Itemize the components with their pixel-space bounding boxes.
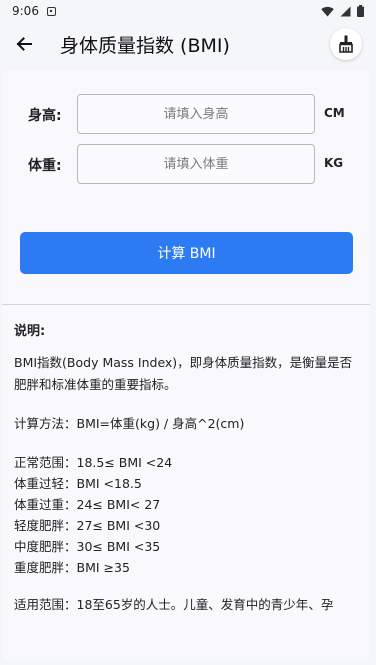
weight-label: 体重: — [28, 158, 62, 174]
notification-icon — [46, 6, 56, 16]
page-title: 身体质量指数 (BMI) — [60, 35, 230, 57]
description-formula: 计算方法：BMI=体重(kg) / 身高^2(cm) — [14, 416, 245, 431]
bmi-card: 身高: CM 体重: KG 计算 BMI 说明: BMI指数(Body Mass… — [2, 70, 370, 660]
calculate-bmi-button[interactable]: 计算 BMI — [20, 232, 353, 274]
range-mild-obesity: 轻度肥胖：27≤ BMI <30 — [14, 518, 161, 533]
battery-icon — [357, 5, 364, 17]
arrow-back-icon — [16, 37, 32, 51]
range-overweight: 体重过重：24≤ BMI< 27 — [14, 497, 161, 512]
signal-icon — [340, 6, 351, 16]
weight-row: 体重: KG — [2, 144, 370, 184]
height-row: 身高: CM — [2, 94, 370, 134]
description-applicable: 适用范围：18至65岁的人士。儿童、发育中的青少年、孕 — [14, 597, 334, 612]
range-moderate-obesity: 中度肥胖：30≤ BMI <35 — [14, 539, 161, 554]
range-severe-obesity: 重度肥胖：BMI ≥35 — [14, 560, 130, 575]
bmi-ranges: 正常范围：18.5≤ BMI <24 体重过轻：BMI <18.5 体重过重：2… — [14, 452, 364, 578]
height-unit: CM — [324, 106, 345, 120]
description-title: 说明: — [14, 324, 46, 339]
status-time: 9:06 — [12, 4, 39, 18]
app-bar: 身体质量指数 (BMI) — [0, 22, 376, 66]
divider — [2, 304, 370, 305]
description-intro: BMI指数(Body Mass Index)，即身体质量指数，是衡量是否肥胖和标… — [14, 355, 353, 392]
weight-input[interactable] — [77, 144, 315, 184]
height-input[interactable] — [77, 94, 315, 134]
clear-button[interactable] — [330, 28, 362, 60]
height-label: 身高: — [28, 108, 62, 124]
broom-clean-icon — [339, 35, 353, 53]
range-normal: 正常范围：18.5≤ BMI <24 — [14, 455, 173, 470]
status-bar: 9:06 — [0, 0, 376, 22]
wifi-icon — [321, 6, 334, 16]
range-underweight: 体重过轻：BMI <18.5 — [14, 476, 142, 491]
back-button[interactable] — [10, 30, 38, 58]
description-section: 说明: BMI指数(Body Mass Index)，即身体质量指数，是衡量是否… — [14, 320, 364, 616]
weight-unit: KG — [324, 156, 344, 170]
